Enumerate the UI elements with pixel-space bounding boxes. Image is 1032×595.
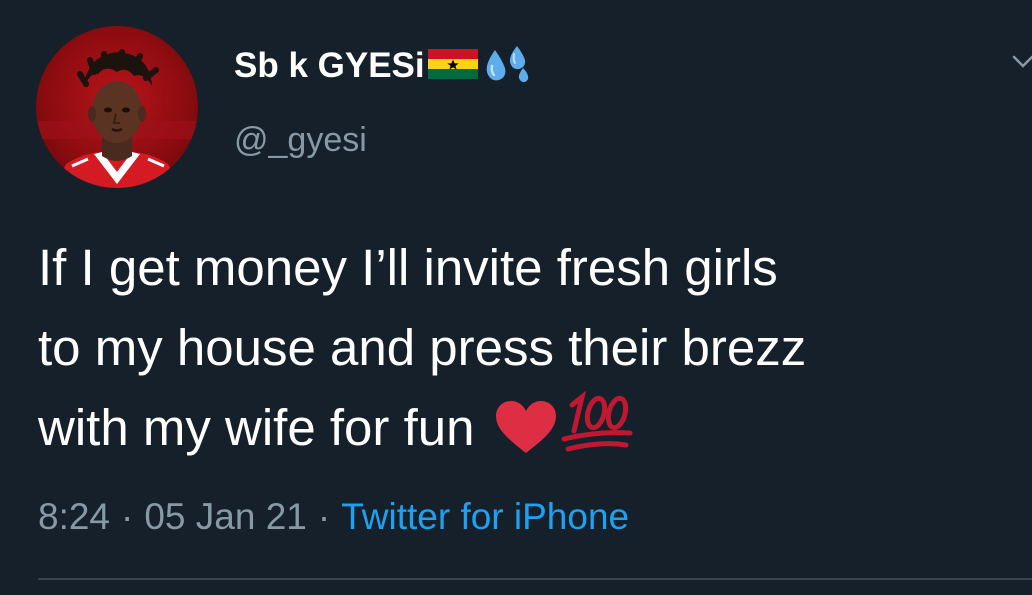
chevron-down-icon[interactable] (1010, 50, 1032, 72)
tweet-time: 8:24 (38, 496, 111, 537)
hundred-points-icon (560, 390, 636, 478)
tweet-text-line: If I get money I’ll invite fresh girls (38, 239, 778, 296)
avatar-photo (36, 49, 198, 188)
tweet-date: 05 Jan 21 (144, 496, 307, 537)
tweet-text-line: with my wife for fun (38, 399, 475, 456)
tweet-source-link[interactable]: Twitter for iPhone (341, 496, 629, 537)
separator-dot: · (121, 496, 134, 537)
red-heart-icon (494, 398, 558, 478)
sweat-droplets-icon (481, 44, 533, 89)
tweet-detail: Sb k GYESi @_gyesi If I get money I’ll i… (0, 0, 1032, 595)
tweet-meta: 8:24 · 05 Jan 21 · Twitter for iPhone (38, 494, 629, 540)
author-name-row[interactable]: Sb k GYESi (234, 42, 533, 90)
separator-dot: · (317, 496, 331, 537)
avatar[interactable] (36, 26, 198, 188)
ghana-flag-icon (427, 47, 479, 86)
tweet-text: If I get money I’ll invite fresh girls t… (38, 228, 1028, 468)
author-handle[interactable]: @_gyesi (234, 118, 367, 162)
tweet-text-line-last: with my wife for fun (38, 388, 1028, 468)
divider (38, 578, 1032, 580)
display-name[interactable]: Sb k GYESi (234, 42, 425, 90)
tweet-text-line: to my house and press their brezz (38, 319, 807, 376)
